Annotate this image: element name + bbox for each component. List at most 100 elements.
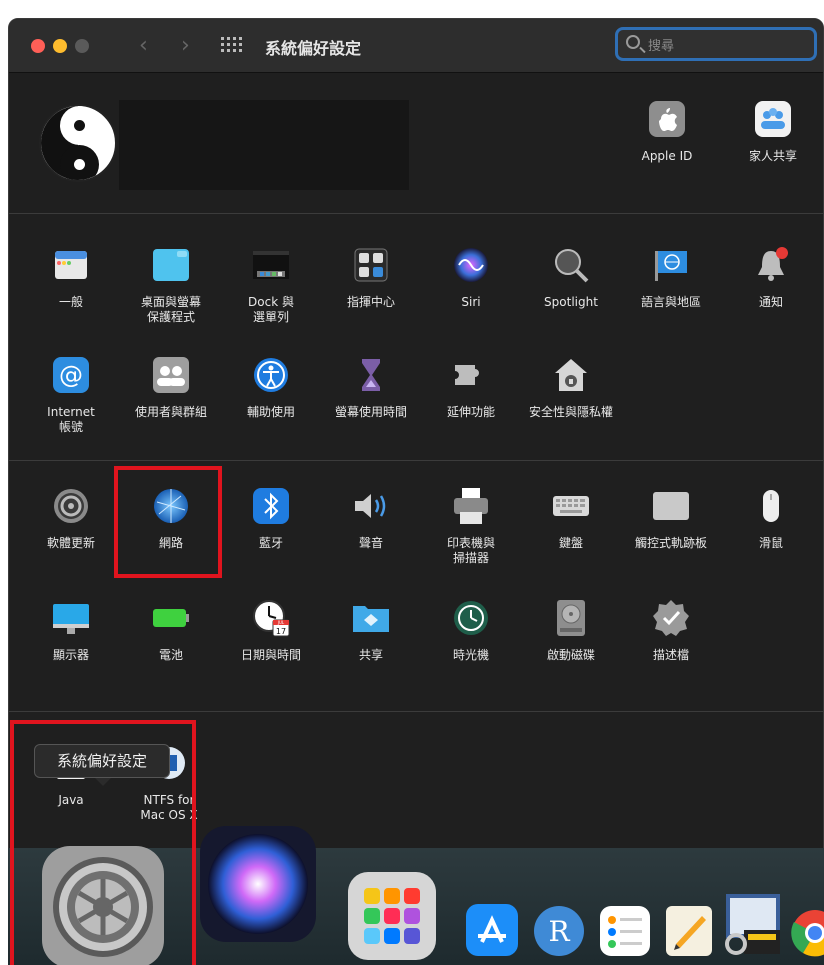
accessibility-icon bbox=[251, 355, 291, 395]
hard-disk-icon bbox=[551, 598, 591, 638]
dock-reminders[interactable] bbox=[598, 904, 652, 958]
trackpad-icon bbox=[651, 486, 691, 526]
launchpad-grid-icon bbox=[348, 872, 436, 960]
pref-startup-disk[interactable]: 啟動磁碟 bbox=[523, 598, 619, 663]
minimize-button[interactable] bbox=[53, 39, 67, 53]
pref-accessibility[interactable]: 輔助使用 bbox=[223, 355, 319, 420]
pref-label: 藍牙 bbox=[258, 536, 283, 550]
pref-screen-time[interactable]: 螢幕使用時間 bbox=[323, 355, 419, 420]
pref-displays[interactable]: 顯示器 bbox=[23, 598, 119, 663]
back-button[interactable]: ‹ bbox=[139, 33, 148, 58]
dock-siri[interactable] bbox=[198, 824, 318, 944]
close-button[interactable] bbox=[31, 39, 45, 53]
svg-text:R: R bbox=[548, 915, 570, 948]
chrome-icon bbox=[791, 910, 824, 957]
pref-label: 家人共享 bbox=[748, 149, 797, 163]
pref-users-groups[interactable]: 使用者與群組 bbox=[123, 355, 219, 420]
search-input[interactable]: 搜尋 bbox=[615, 27, 817, 61]
dock-r-app[interactable]: R bbox=[532, 904, 586, 958]
pref-label: 描述檔 bbox=[652, 648, 689, 662]
siri-orb-icon bbox=[200, 826, 316, 942]
general-icon bbox=[51, 245, 91, 285]
pref-printers-scanners[interactable]: 印表機與 掃描器 bbox=[423, 486, 519, 566]
printer-icon bbox=[451, 486, 491, 526]
pref-keyboard[interactable]: 鍵盤 bbox=[523, 486, 619, 551]
pref-label: 通知 bbox=[758, 295, 783, 309]
pref-label: 啟動磁碟 bbox=[546, 648, 595, 662]
pref-control-center[interactable]: 指揮中心 bbox=[323, 245, 419, 310]
pref-profiles[interactable]: 描述檔 bbox=[623, 598, 719, 663]
pref-mouse[interactable]: 滑鼠 bbox=[723, 486, 819, 551]
pref-label: 指揮中心 bbox=[346, 295, 395, 309]
pref-family-sharing[interactable]: 家人共享 bbox=[725, 99, 821, 164]
pref-label: 桌面與螢幕 保護程式 bbox=[140, 295, 201, 324]
forward-button[interactable]: › bbox=[181, 33, 190, 58]
show-all-grid-icon[interactable] bbox=[221, 37, 243, 55]
bluetooth-icon bbox=[251, 486, 291, 526]
pref-general[interactable]: 一般 bbox=[23, 245, 119, 310]
pref-siri[interactable]: Siri bbox=[423, 245, 519, 310]
pref-label: Spotlight bbox=[544, 295, 598, 309]
pref-language-region[interactable]: 語言與地區 bbox=[623, 245, 719, 310]
network-highlight-box bbox=[114, 466, 222, 578]
search-icon bbox=[626, 35, 640, 49]
hourglass-icon bbox=[351, 355, 391, 395]
time-machine-icon bbox=[451, 598, 491, 638]
pref-label: 一般 bbox=[58, 295, 83, 309]
pref-label: 聲音 bbox=[358, 536, 383, 550]
pref-trackpad[interactable]: 觸控式軌跡板 bbox=[623, 486, 719, 551]
battery-icon bbox=[151, 598, 191, 638]
reminders-list-icon bbox=[600, 906, 650, 956]
control-center-icon bbox=[351, 245, 391, 285]
pref-dock-menubar[interactable]: Dock 與 選單列 bbox=[223, 245, 319, 325]
pref-sharing[interactable]: 共享 bbox=[323, 598, 419, 663]
pref-label: Dock 與 選單列 bbox=[248, 295, 294, 324]
svg-text:JUL: JUL bbox=[277, 620, 285, 625]
apple-icon bbox=[647, 99, 687, 139]
mouse-icon bbox=[751, 486, 791, 526]
pref-spotlight[interactable]: Spotlight bbox=[523, 245, 619, 310]
siri-icon bbox=[451, 245, 491, 285]
dock-chrome[interactable] bbox=[790, 908, 824, 958]
speaker-icon bbox=[351, 486, 391, 526]
dock-app-store[interactable] bbox=[464, 902, 520, 958]
account-section: Apple ID 家人共享 bbox=[9, 74, 823, 214]
pref-label: 語言與地區 bbox=[640, 295, 701, 309]
svg-text:17: 17 bbox=[276, 627, 286, 636]
pref-apple-id[interactable]: Apple ID bbox=[619, 99, 715, 164]
gear-icon bbox=[51, 486, 91, 526]
system-preferences-highlight-box bbox=[10, 720, 196, 965]
pref-label: 共享 bbox=[358, 648, 383, 662]
pref-internet-accounts[interactable]: @ Internet 帳號 bbox=[23, 355, 119, 435]
dock-launchpad[interactable] bbox=[346, 870, 438, 962]
pref-label: Apple ID bbox=[641, 149, 693, 163]
pref-label: 使用者與群組 bbox=[134, 405, 207, 419]
pref-bluetooth[interactable]: 藍牙 bbox=[223, 486, 319, 551]
spotlight-icon bbox=[551, 245, 591, 285]
pref-software-update[interactable]: 軟體更新 bbox=[23, 486, 119, 551]
pref-label: 時光機 bbox=[452, 648, 489, 662]
pref-time-machine[interactable]: 時光機 bbox=[423, 598, 519, 663]
dock-keychain[interactable] bbox=[722, 890, 784, 958]
pref-notifications[interactable]: 通知 bbox=[723, 245, 819, 310]
monitor-icon bbox=[51, 598, 91, 638]
user-avatar[interactable] bbox=[39, 104, 117, 182]
zoom-button[interactable] bbox=[75, 39, 89, 53]
family-icon bbox=[753, 99, 793, 139]
pref-label: 日期與時間 bbox=[240, 648, 301, 662]
search-placeholder: 搜尋 bbox=[648, 39, 675, 54]
pencil-paper-icon bbox=[666, 906, 712, 956]
pref-date-time[interactable]: JUL 17 日期與時間 bbox=[223, 598, 319, 663]
pref-label: 觸控式軌跡板 bbox=[634, 536, 707, 550]
dock-script-editor[interactable] bbox=[662, 904, 716, 958]
pref-sound[interactable]: 聲音 bbox=[323, 486, 419, 551]
system-section: 一般 桌面與螢幕 保護程式 Dock 與 選單列 指揮中心 Siri Spotl… bbox=[9, 215, 823, 461]
pref-security-privacy[interactable]: 安全性與隱私權 bbox=[523, 355, 619, 420]
pref-label: 鍵盤 bbox=[558, 536, 583, 550]
pref-battery[interactable]: 電池 bbox=[123, 598, 219, 663]
pref-extensions[interactable]: 延伸功能 bbox=[423, 355, 519, 420]
pref-label: 延伸功能 bbox=[446, 405, 495, 419]
pref-label: Siri bbox=[461, 295, 481, 309]
pref-desktop-screensaver[interactable]: 桌面與螢幕 保護程式 bbox=[123, 245, 219, 325]
users-icon bbox=[151, 355, 191, 395]
